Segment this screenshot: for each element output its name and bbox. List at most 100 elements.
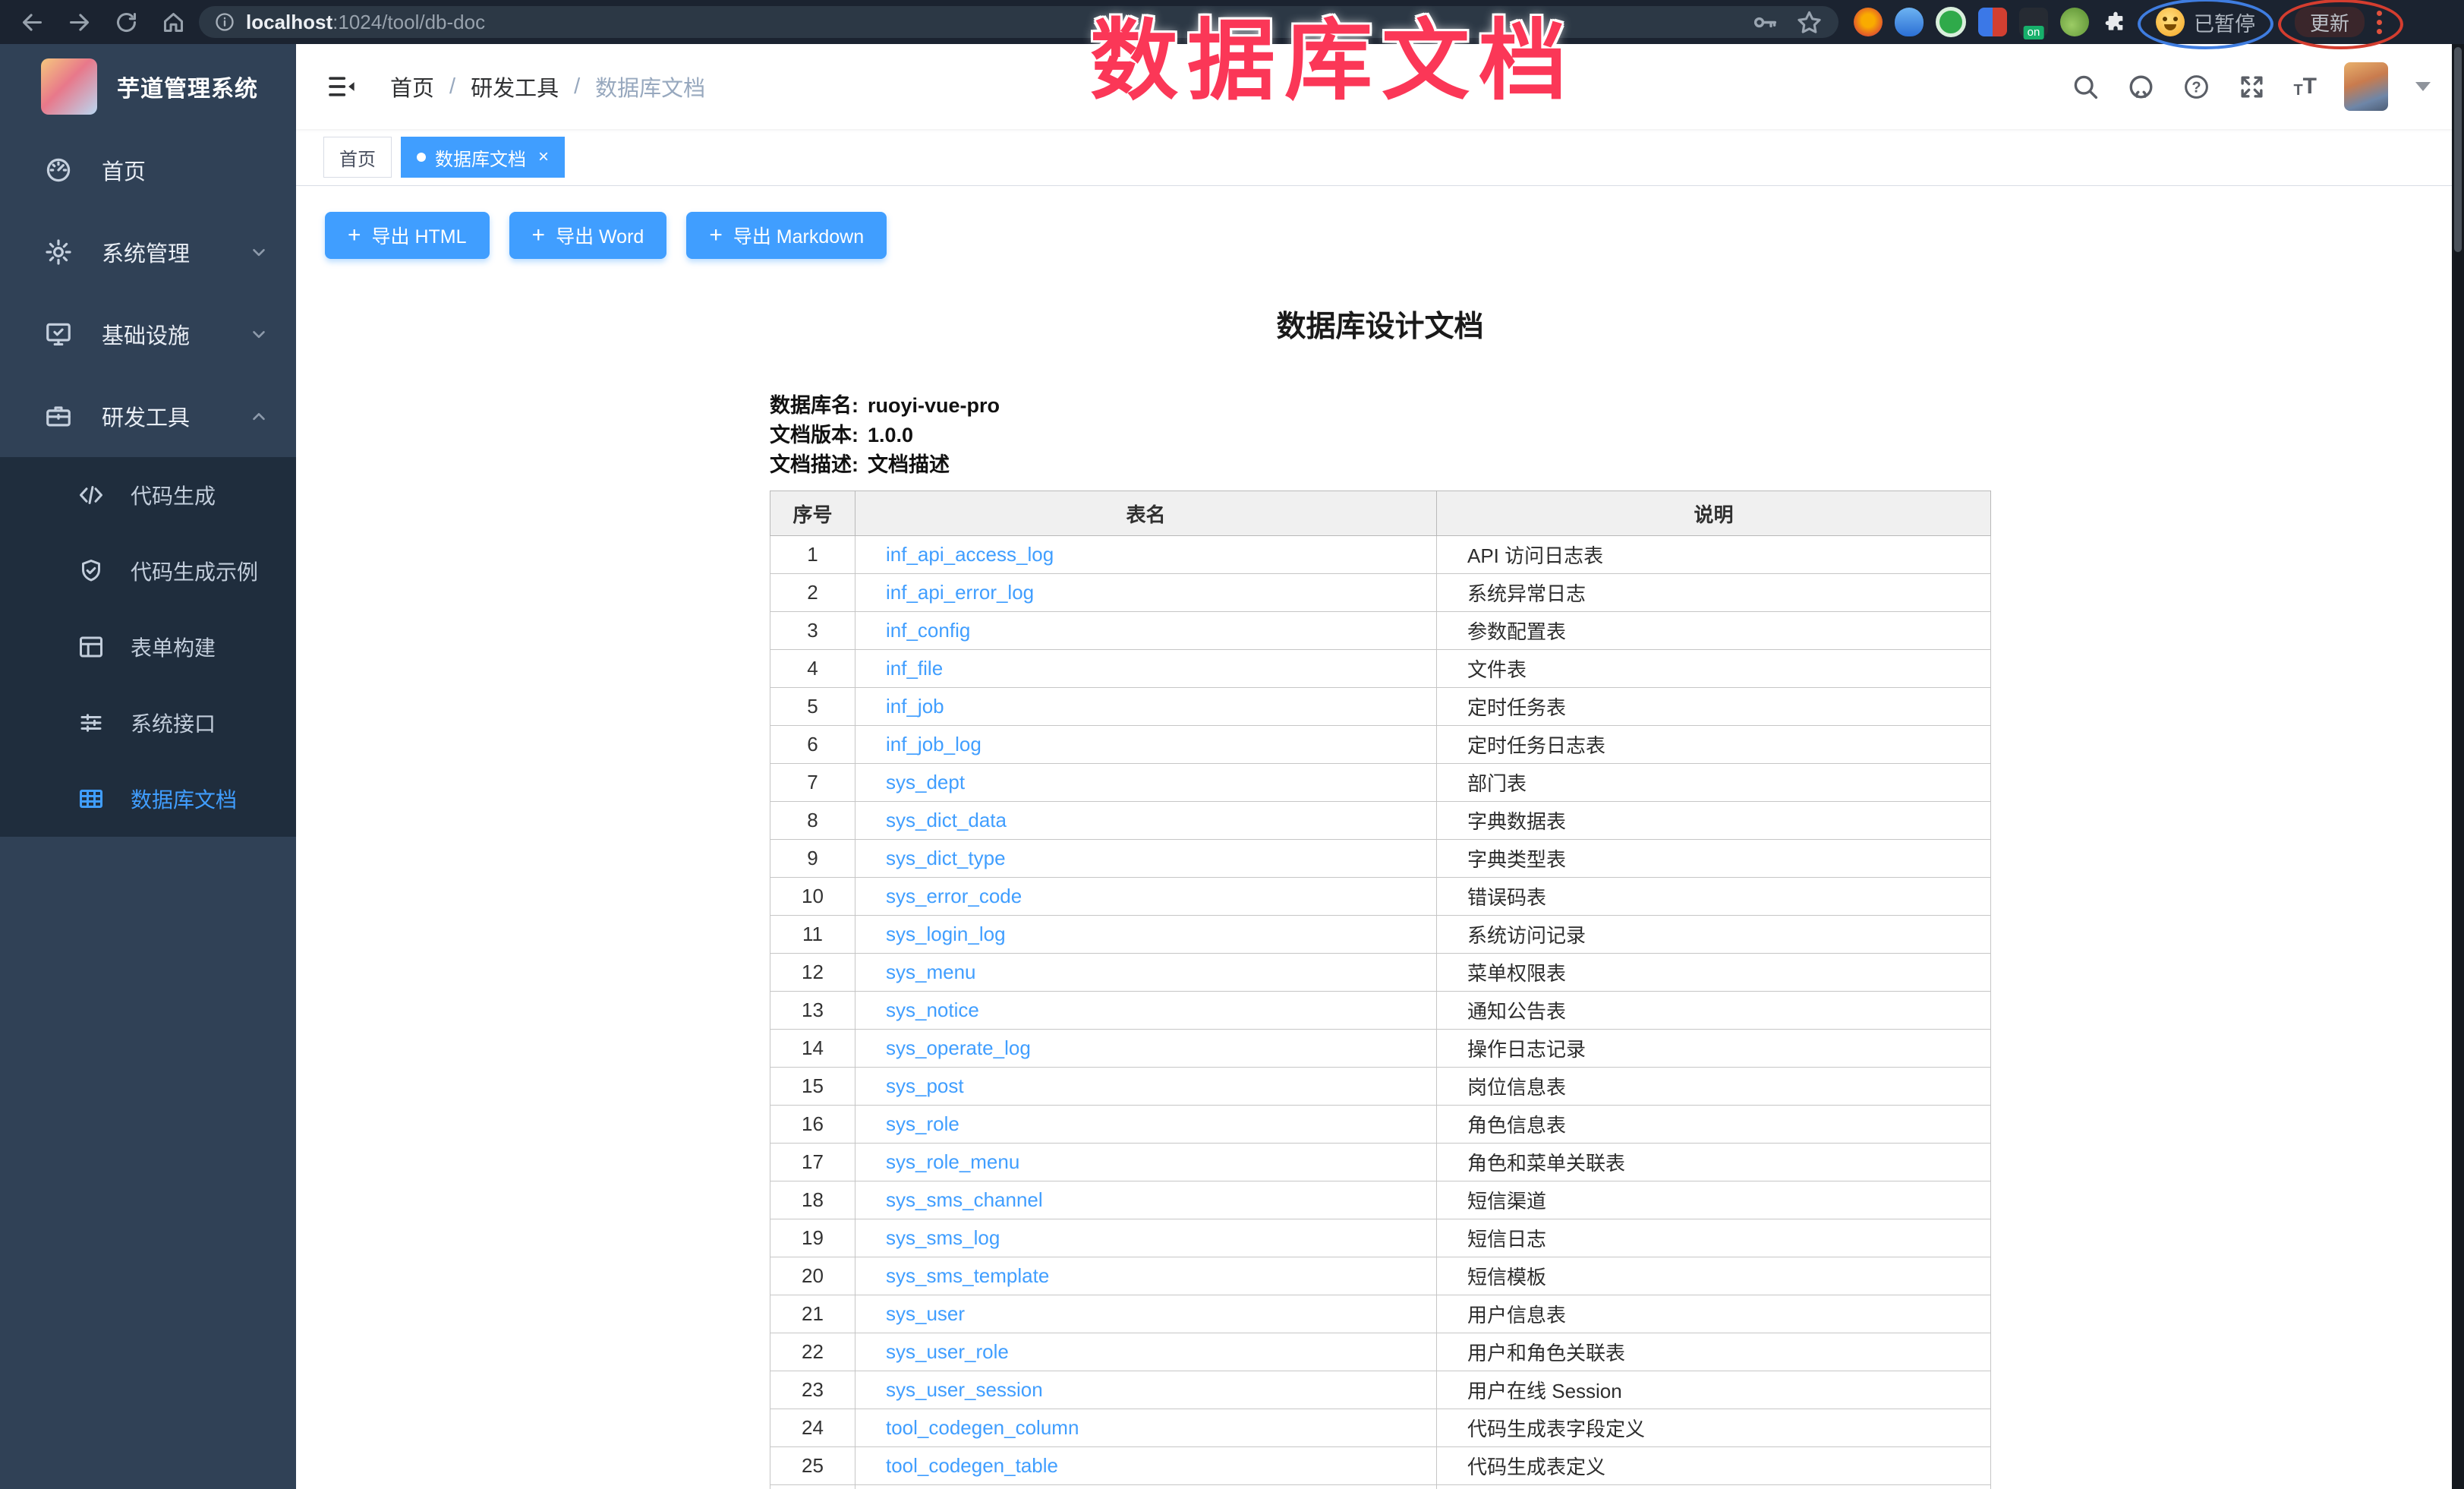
avatar-caret-icon[interactable] — [2415, 82, 2431, 91]
site-info-icon[interactable] — [214, 11, 235, 33]
export-html-button[interactable]: + 导出 HTML — [325, 212, 490, 259]
meta-db-name: 数据库名: ruoyi-vue-pro — [770, 391, 1990, 421]
table-name-link[interactable]: sys_post — [886, 1074, 964, 1097]
page-scrollbar[interactable] — [2452, 44, 2464, 1489]
table-name-link[interactable]: sys_error_code — [886, 885, 1022, 907]
table-name-link[interactable]: sys_sms_channel — [886, 1188, 1043, 1211]
row-index: 17 — [770, 1144, 855, 1181]
extension-switch-icon[interactable]: on — [2019, 8, 2048, 36]
table-name-link[interactable]: sys_dict_type — [886, 847, 1006, 869]
document-title: 数据库设计文档 — [770, 303, 1990, 345]
tab-close-icon[interactable]: × — [538, 148, 549, 166]
breadcrumb-devtools[interactable]: 研发工具 — [471, 71, 559, 103]
table-name-link[interactable]: inf_job_log — [886, 733, 982, 756]
breadcrumb: 首页 / 研发工具 / 数据库文档 — [390, 71, 705, 103]
table-name-link[interactable]: sys_dict_data — [886, 809, 1007, 831]
table-name-link[interactable]: inf_config — [886, 619, 970, 642]
submenu-item-form-builder[interactable]: 表单构建 — [0, 609, 296, 685]
sidebar-item-label: 首页 — [102, 154, 146, 186]
table-name-link[interactable]: sys_sms_log — [886, 1226, 1000, 1249]
tab-home[interactable]: 首页 — [323, 137, 392, 178]
row-table-name-cell: sys_sms_log — [855, 1219, 1437, 1257]
submenu-item-db-doc[interactable]: 数据库文档 — [0, 761, 296, 837]
submenu-item-api[interactable]: 系统接口 — [0, 685, 296, 761]
row-index: 15 — [770, 1068, 855, 1106]
password-key-icon[interactable] — [1750, 8, 1779, 36]
table-name-link[interactable]: sys_menu — [886, 961, 976, 983]
tab-db-doc[interactable]: 数据库文档 × — [401, 137, 565, 178]
table-name-link[interactable]: inf_file — [886, 657, 943, 680]
sidebar-logo-row[interactable]: 芋道管理系统 — [0, 44, 296, 129]
tab-label: 数据库文档 — [435, 144, 526, 171]
row-table-name-cell: sys_error_code — [855, 878, 1437, 916]
table-name-link[interactable]: sys_role_menu — [886, 1150, 1019, 1173]
address-bar[interactable]: localhost:1024/tool/db-doc — [199, 6, 1839, 38]
font-size-icon[interactable]: TT — [2293, 75, 2317, 98]
sidebar-item-home[interactable]: 首页 — [0, 129, 296, 211]
annotation-watermark: 数据库文档 — [1090, 0, 1576, 117]
update-button[interactable]: 更新 — [2295, 7, 2365, 37]
row-description: 短信日志 — [1437, 1219, 1991, 1257]
toolbox-icon — [43, 400, 74, 432]
row-index: 11 — [770, 916, 855, 954]
help-icon[interactable]: ? — [2182, 73, 2210, 101]
button-label: 导出 HTML — [372, 222, 467, 249]
table-row: 13 sys_notice 通知公告表 — [770, 992, 1991, 1030]
table-name-link[interactable]: sys_operate_log — [886, 1036, 1031, 1059]
table-name-link[interactable]: sys_login_log — [886, 923, 1006, 945]
table-name-link[interactable]: sys_dept — [886, 771, 965, 793]
extension-orange-icon[interactable] — [1854, 8, 1883, 36]
sidebar-item-devtools[interactable]: 研发工具 — [0, 375, 296, 457]
table-row: 7 sys_dept 部门表 — [770, 764, 1991, 802]
browser-home-icon[interactable] — [152, 3, 194, 41]
table-name-link[interactable]: sys_user — [886, 1302, 965, 1325]
browser-back-icon[interactable] — [11, 3, 53, 41]
browser-menu-kebab-icon[interactable] — [2372, 11, 2387, 34]
row-table-name-cell: sys_user_session — [855, 1371, 1437, 1409]
column-header-name: 表名 — [855, 491, 1437, 536]
sidebar-collapse-icon[interactable] — [326, 71, 357, 102]
table-name-link[interactable]: inf_job — [886, 695, 944, 718]
row-index: 16 — [770, 1106, 855, 1144]
fullscreen-icon[interactable] — [2238, 73, 2266, 101]
profile-paused-chip[interactable]: 已暂停 — [2142, 3, 2269, 42]
export-word-button[interactable]: + 导出 Word — [509, 212, 667, 259]
submenu-item-codegen[interactable]: 代码生成 — [0, 457, 296, 533]
extension-green-icon[interactable] — [1936, 7, 1966, 37]
sidebar-item-system[interactable]: 系统管理 — [0, 211, 296, 293]
table-name-link[interactable]: tool_codegen_column — [886, 1416, 1079, 1439]
extensions-puzzle-icon[interactable] — [2101, 8, 2130, 36]
row-index: 6 — [770, 726, 855, 764]
scrollbar-thumb[interactable] — [2454, 47, 2462, 252]
table-name-link[interactable]: sys_user_session — [886, 1378, 1043, 1401]
table-name-link[interactable]: sys_user_role — [886, 1340, 1009, 1363]
extension-multicolor-icon[interactable] — [1978, 8, 2007, 36]
export-markdown-button[interactable]: + 导出 Markdown — [686, 212, 887, 259]
update-group: 更新 — [2284, 2, 2397, 42]
sidebar-item-infra[interactable]: 基础设施 — [0, 293, 296, 375]
breadcrumb-home[interactable]: 首页 — [390, 71, 434, 103]
browser-forward-icon[interactable] — [58, 3, 100, 41]
github-icon[interactable] — [2127, 73, 2155, 101]
table-name-link[interactable]: inf_api_error_log — [886, 581, 1034, 604]
table-name-link[interactable]: tool_codegen_table — [886, 1454, 1058, 1477]
table-name-link[interactable]: inf_api_access_log — [886, 543, 1054, 566]
search-icon[interactable] — [2072, 73, 2100, 101]
emoji-avatar-icon — [2156, 8, 2185, 36]
breadcrumb-separator: / — [574, 74, 580, 99]
submenu-item-codegen-demo[interactable]: 代码生成示例 — [0, 533, 296, 609]
extension-leaf-icon[interactable] — [2060, 8, 2089, 36]
table-name-link[interactable]: sys_sms_template — [886, 1264, 1049, 1287]
user-avatar[interactable] — [2344, 62, 2388, 111]
row-description: 操作日志记录 — [1437, 1030, 1991, 1068]
row-table-name-cell: inf_config — [855, 612, 1437, 650]
table-name-link[interactable]: sys_role — [886, 1112, 959, 1135]
document-meta: 数据库名: ruoyi-vue-pro 文档版本: 1.0.0 文档描述: 文档… — [770, 391, 1990, 480]
table-row: 16 sys_role 角色信息表 — [770, 1106, 1991, 1144]
bookmark-star-icon[interactable] — [1795, 8, 1823, 36]
row-table-name-cell: sys_dict_data — [855, 802, 1437, 840]
row-table-name-cell: tool_codegen_table — [855, 1447, 1437, 1485]
extension-blue-icon[interactable] — [1895, 8, 1924, 36]
browser-reload-icon[interactable] — [105, 3, 147, 41]
table-name-link[interactable]: sys_notice — [886, 998, 979, 1021]
